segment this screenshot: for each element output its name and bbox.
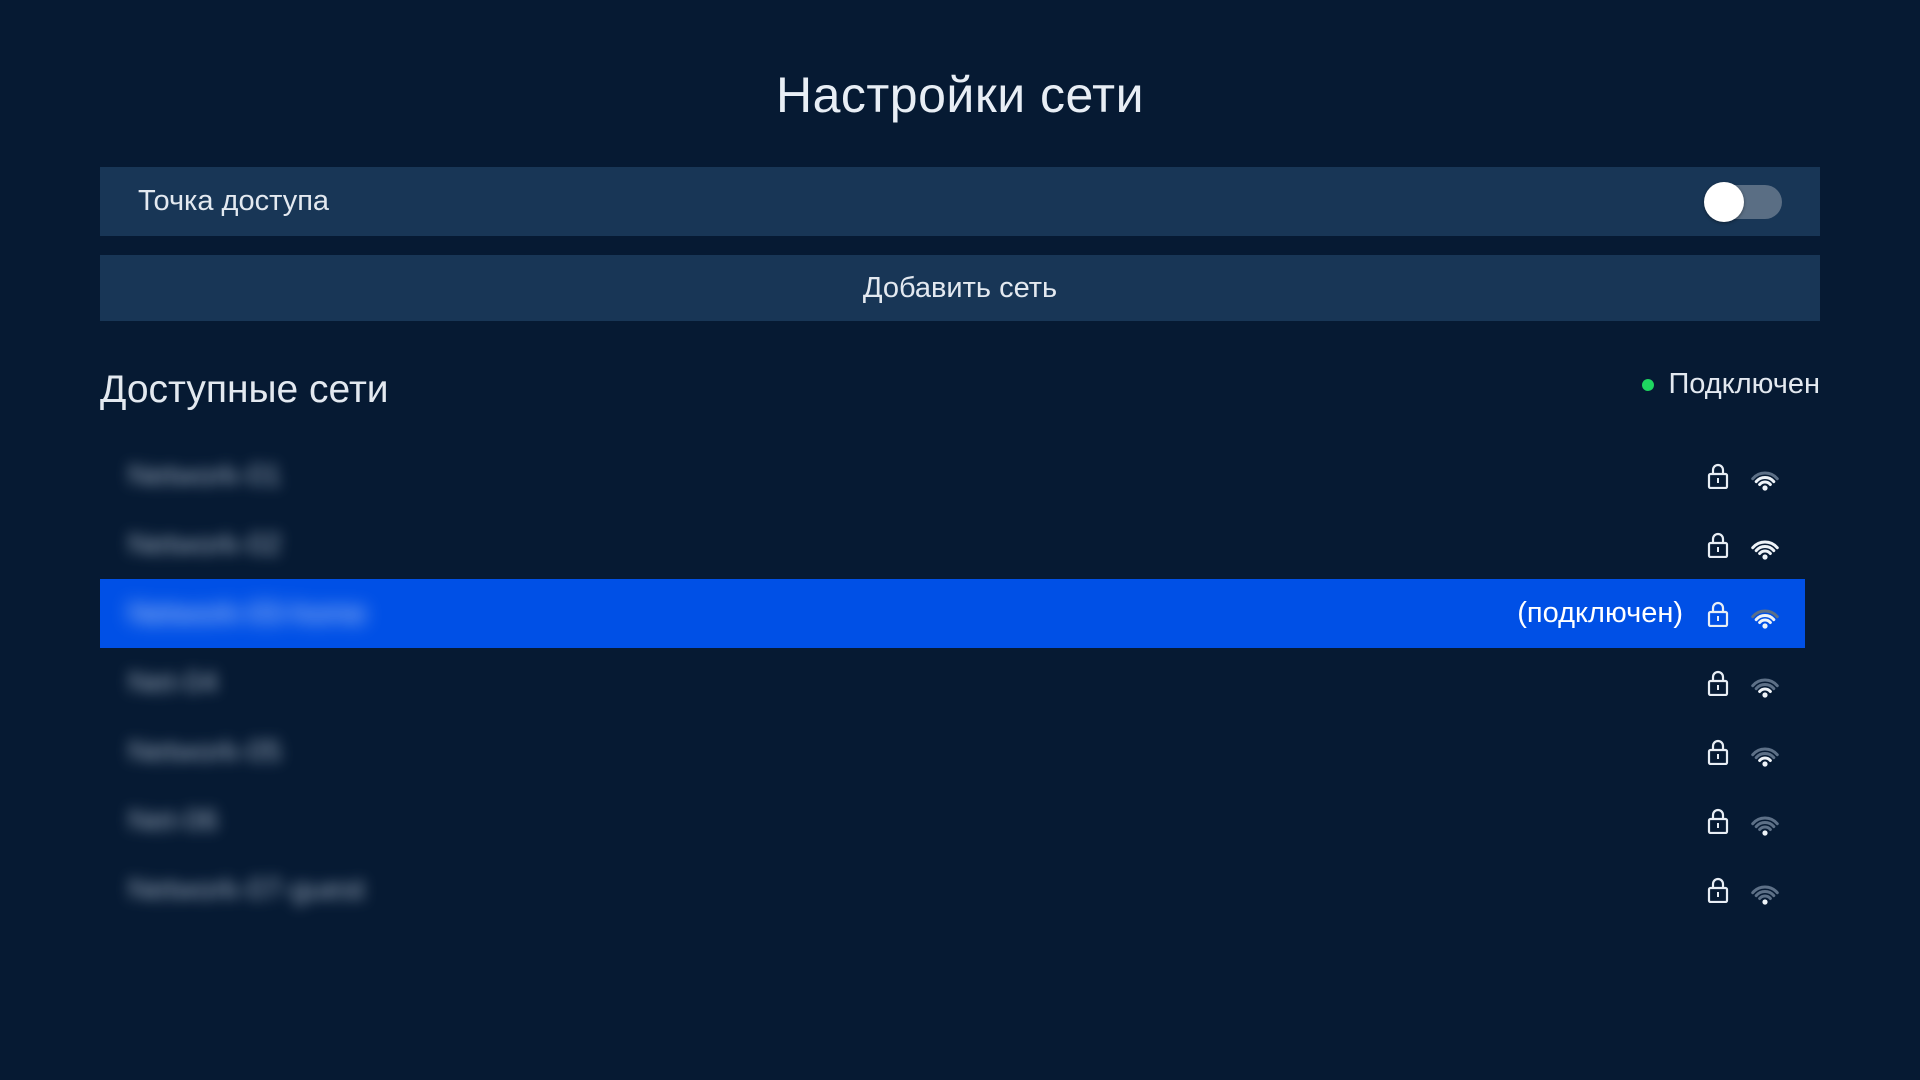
wifi-signal-icon: [1751, 885, 1779, 905]
hotspot-toggle[interactable]: [1704, 181, 1782, 222]
toggle-knob: [1704, 181, 1744, 222]
network-ssid: Net-06: [128, 803, 219, 837]
hotspot-row[interactable]: Точка доступа: [100, 167, 1820, 236]
wifi-signal-icon: [1751, 678, 1779, 698]
network-settings-screen: Настройки сети Точка доступа Добавить се…: [0, 0, 1920, 1080]
lock-icon: [1707, 877, 1729, 903]
network-row-indicators: [1707, 528, 1785, 562]
legend-label: Подключен: [1668, 368, 1820, 400]
wifi-signal-icon: [1751, 471, 1779, 491]
network-row-indicators: [1707, 873, 1785, 907]
network-row-indicators: [1707, 804, 1785, 838]
connected-dot-icon: [1642, 378, 1655, 391]
lock-icon: [1707, 463, 1729, 489]
network-row-indicators: [1707, 735, 1785, 769]
lock-icon: [1707, 601, 1729, 627]
network-row-indicators: [1707, 666, 1785, 700]
page-title: Настройки сети: [775, 67, 1145, 123]
network-ssid: Network-03-home: [128, 596, 367, 630]
network-row-indicators: (подключен): [1517, 597, 1785, 631]
wifi-signal-icon: [1751, 540, 1779, 560]
network-row[interactable]: Network-02: [100, 510, 1805, 579]
wifi-signal-icon: [1751, 816, 1779, 836]
network-row[interactable]: Net-06: [100, 786, 1805, 855]
available-networks-title: Доступные сети: [100, 368, 389, 411]
network-row-indicators: [1707, 459, 1785, 493]
network-row[interactable]: Network-07-guest: [100, 855, 1805, 924]
network-row[interactable]: Network-05: [100, 717, 1805, 786]
network-ssid: Network-01: [128, 458, 282, 492]
network-ssid: Net-04: [128, 665, 219, 699]
wifi-signal-icon: [1751, 747, 1779, 767]
wifi-signal-icon: [1751, 609, 1779, 629]
network-ssid: Network-02: [128, 527, 282, 561]
network-status-text: (подключен): [1517, 597, 1683, 629]
lock-icon: [1707, 670, 1729, 696]
network-ssid: Network-07-guest: [128, 872, 365, 906]
network-row[interactable]: Network-03-home (подключен): [100, 579, 1805, 648]
network-row[interactable]: Network-01: [100, 441, 1805, 510]
network-ssid: Network-05: [128, 734, 282, 768]
connected-legend: Подключен: [1642, 368, 1820, 401]
add-network-button[interactable]: Добавить сеть: [100, 255, 1820, 321]
hotspot-label: Точка доступа: [138, 185, 330, 217]
lock-icon: [1707, 739, 1729, 765]
lock-icon: [1707, 808, 1729, 834]
network-list: Network-01 Network-02 Network-03-home (подк…: [100, 441, 1805, 924]
lock-icon: [1707, 532, 1729, 558]
network-row[interactable]: Net-04: [100, 648, 1805, 717]
